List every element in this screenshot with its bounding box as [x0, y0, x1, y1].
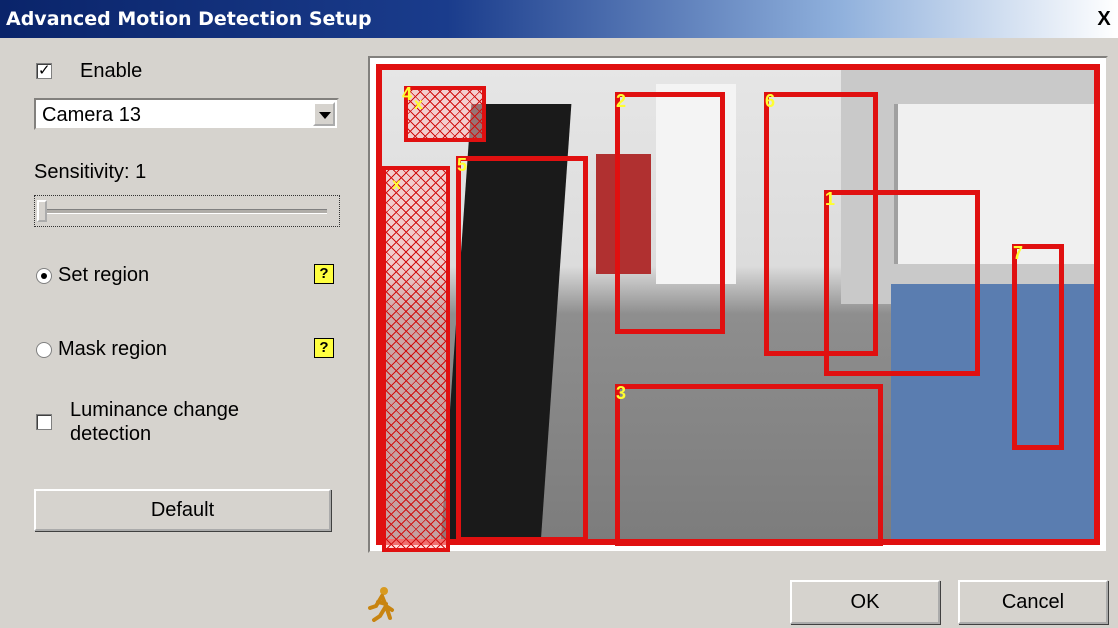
- sensitivity-slider[interactable]: [34, 195, 340, 227]
- mask-region-left[interactable]: x: [382, 166, 450, 552]
- default-button[interactable]: Default: [34, 489, 331, 531]
- chevron-down-icon[interactable]: [313, 102, 335, 126]
- set-region-help-icon[interactable]: ?: [314, 264, 334, 284]
- running-man-icon: [366, 586, 396, 622]
- region-number: 4: [402, 84, 413, 104]
- mask-region-help-icon[interactable]: ?: [314, 338, 334, 358]
- ok-button[interactable]: OK: [790, 580, 940, 624]
- mask-x-icon: x: [414, 96, 423, 113]
- region-2[interactable]: 2: [615, 91, 725, 334]
- camera-preview[interactable]: 4 x x 2 6 5 1 3 7: [368, 56, 1108, 553]
- mask-region-radio[interactable]: [36, 342, 52, 358]
- mask-region-4[interactable]: 4 x: [402, 84, 486, 142]
- title-bar: Advanced Motion Detection Setup X: [0, 0, 1118, 38]
- region-5[interactable]: 5: [456, 155, 588, 542]
- set-region-label: Set region: [58, 264, 150, 286]
- mask-x-icon: x: [392, 176, 401, 193]
- mask-region-label: Mask region: [58, 338, 167, 360]
- region-3[interactable]: 3: [615, 383, 883, 546]
- set-region-radio[interactable]: [36, 268, 52, 284]
- luminance-label: Luminance change detection: [70, 398, 239, 446]
- close-icon[interactable]: X: [1094, 8, 1114, 30]
- dialog-body: Enable Camera 13 Sensitivity: 1 Set regi…: [0, 38, 1118, 628]
- camera-select-value: Camera 13: [42, 104, 141, 126]
- region-number: 7: [1013, 243, 1024, 263]
- slider-thumb[interactable]: [37, 200, 47, 222]
- luminance-label-line2: detection: [70, 423, 152, 445]
- enable-checkbox[interactable]: [36, 61, 52, 79]
- region-number: 1: [825, 189, 836, 209]
- slider-track: [41, 209, 327, 214]
- cancel-button[interactable]: Cancel: [958, 580, 1108, 624]
- camera-select[interactable]: Camera 13: [34, 98, 339, 130]
- luminance-checkbox[interactable]: [36, 414, 52, 430]
- region-7[interactable]: 7: [1012, 243, 1064, 450]
- enable-label: Enable: [80, 60, 143, 82]
- window-title: Advanced Motion Detection Setup: [6, 8, 372, 30]
- sensitivity-label: Sensitivity: 1: [34, 161, 147, 183]
- luminance-label-line1: Luminance change: [70, 399, 240, 421]
- region-number: 2: [616, 91, 627, 111]
- region-number: 5: [457, 155, 468, 175]
- region-number: 3: [616, 383, 627, 403]
- region-1[interactable]: 1: [824, 189, 980, 376]
- region-number: 6: [765, 91, 776, 111]
